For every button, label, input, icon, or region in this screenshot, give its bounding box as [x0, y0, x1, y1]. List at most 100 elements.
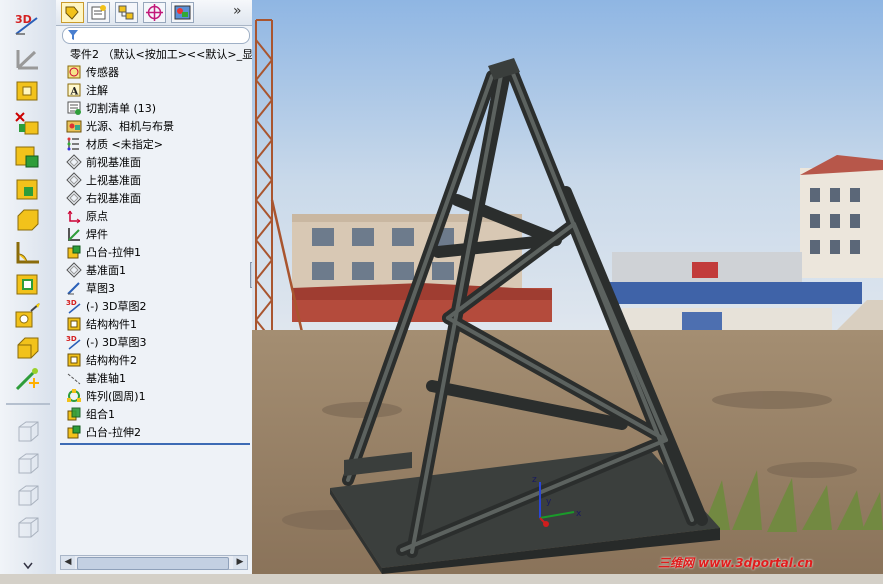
reference-geometry-button[interactable] — [13, 365, 43, 393]
tree-item-label: 基准面1 — [86, 264, 126, 277]
tree-item[interactable]: 上视基准面 — [60, 171, 252, 189]
tree-item[interactable]: 传感器 — [60, 63, 252, 81]
graphics-viewport[interactable]: z x y — [252, 0, 883, 574]
view-cube-right-button[interactable] — [13, 482, 43, 510]
tree-item[interactable]: 焊件 — [60, 225, 252, 243]
3d-sketch-button[interactable]: 3D — [13, 10, 43, 38]
tab-feature-manager[interactable] — [61, 2, 84, 23]
tree-item[interactable]: 草图3 — [60, 279, 252, 297]
view-cube-front-button[interactable] — [13, 418, 43, 446]
tree-item[interactable]: 材质 <未指定> — [60, 135, 252, 153]
circular-pattern-icon — [66, 388, 82, 404]
tree-root-part[interactable]: 零件2 （默认<按加工><<默认>_显 — [60, 45, 253, 63]
more-tabs-chevron[interactable]: » — [233, 3, 242, 19]
tab-dim-xpert-manager[interactable] — [143, 2, 166, 23]
sensor-icon — [66, 64, 82, 80]
tab-configuration-manager[interactable] — [115, 2, 138, 23]
toolbar-more-chevron[interactable] — [13, 552, 43, 570]
tree-item-label: 原点 — [86, 210, 108, 223]
cube-icon — [18, 485, 39, 506]
svg-text:3D: 3D — [66, 299, 77, 307]
scroll-right-arrow[interactable]: ▶ — [233, 556, 247, 569]
tree-item[interactable]: 3D (-) 3D草图3 — [60, 333, 252, 351]
feature-tree-icon — [65, 6, 79, 20]
tree-item-label: 组合1 — [86, 408, 115, 421]
weld-icon — [16, 81, 38, 101]
3d-sketch-icon: 3D — [66, 298, 82, 314]
watermark-text: 三维网 www.3dportal.cn — [658, 556, 814, 570]
chamfer-button[interactable] — [13, 334, 43, 362]
crosshair-icon — [146, 4, 163, 21]
feature-manager-panel: » 零件2 （默认<按加工><<默认>_显 传感器 A 注解切割清单 (13) 光源、… — [56, 0, 253, 574]
scroll-left-arrow[interactable]: ◀ — [61, 556, 75, 569]
weld-bead-button[interactable] — [13, 76, 43, 104]
trim-extend-icon — [15, 112, 39, 135]
tree-item[interactable]: 凸台-拉伸2 — [60, 423, 252, 441]
feature-tree: 零件2 （默认<按加工><<默认>_显 传感器 A 注解切割清单 (13) 光源、相机… — [60, 45, 253, 445]
tree-item-label: 凸台-拉伸1 — [86, 246, 141, 259]
combine-icon — [66, 406, 82, 422]
cube-icon — [18, 453, 39, 474]
origin-icon — [66, 208, 82, 224]
gusset-button[interactable] — [13, 175, 43, 203]
tree-item-label: 焊件 — [86, 228, 108, 241]
tree-item[interactable]: 光源、相机与布景 — [60, 117, 252, 135]
tree-item[interactable]: 组合1 — [60, 405, 252, 423]
tree-item-label: 结构构件1 — [86, 318, 137, 331]
tree-item[interactable]: 阵列(圆周)1 — [60, 387, 252, 405]
display-manager-icon — [174, 5, 191, 20]
tree-item[interactable]: 基准轴1 — [60, 369, 252, 387]
tree-item-label: 传感器 — [86, 66, 119, 79]
end-cap-button[interactable] — [13, 143, 43, 171]
tab-display-manager[interactable] — [171, 2, 194, 23]
structural-member-button[interactable] — [13, 44, 43, 72]
triad-z-label: z — [532, 475, 537, 485]
tree-item[interactable]: 结构构件1 — [60, 315, 252, 333]
chamfer-icon — [17, 337, 39, 359]
reference-geometry-icon — [15, 368, 39, 391]
structural-member-icon — [66, 316, 82, 332]
extruded-cut-button[interactable] — [13, 270, 43, 298]
tree-item[interactable]: 原点 — [60, 207, 252, 225]
annotation-icon: A — [66, 82, 82, 98]
extruded-boss-button[interactable] — [13, 206, 43, 234]
tree-item[interactable]: 基准面1 — [60, 261, 252, 279]
plane-icon — [66, 154, 82, 170]
tree-item-label: 切割清单 (13) — [86, 102, 157, 115]
tree-item-label: 光源、相机与布景 — [86, 120, 174, 133]
3d-sketch-icon: 3D — [15, 13, 38, 35]
triad-y-label: y — [546, 497, 552, 507]
tree-item[interactable]: A 注解 — [60, 81, 252, 99]
tree-item-label: (-) 3D草图3 — [86, 336, 147, 349]
tree-item[interactable]: 前视基准面 — [60, 153, 252, 171]
feature-manager-tabs: » — [56, 0, 252, 26]
scroll-thumb[interactable] — [77, 557, 229, 570]
feature-filter-input[interactable] — [62, 27, 250, 44]
tree-item[interactable]: 凸台-拉伸1 — [60, 243, 252, 261]
rollback-bar[interactable] — [60, 443, 250, 445]
trim-extend-button[interactable] — [13, 110, 43, 138]
fillet-bead-button[interactable] — [13, 238, 43, 266]
view-cube-iso-button[interactable] — [13, 514, 43, 542]
plane-icon — [66, 262, 82, 278]
tree-item-label: (-) 3D草图2 — [86, 300, 147, 313]
triad-x-label: x — [576, 509, 582, 519]
cut-list-icon — [66, 100, 82, 116]
tree-item[interactable]: 切割清单 (13) — [60, 99, 252, 117]
tab-property-manager[interactable] — [87, 2, 110, 23]
tree-item[interactable]: 右视基准面 — [60, 189, 252, 207]
extrude-icon — [17, 209, 39, 231]
hole-wizard-button[interactable] — [13, 302, 43, 330]
tree-item-label: 凸台-拉伸2 — [86, 426, 141, 439]
cube-icon — [18, 421, 39, 442]
tree-item-label: 草图3 — [86, 282, 115, 295]
horizontal-scrollbar[interactable]: ◀ ▶ — [60, 555, 248, 570]
coordinate-triad: z x y — [532, 475, 582, 527]
tree-item[interactable]: 结构构件2 — [60, 351, 252, 369]
sketch-icon — [66, 280, 82, 296]
chevron-down-icon — [23, 562, 33, 570]
view-cube-top-button[interactable] — [13, 450, 43, 478]
svg-text:3D: 3D — [66, 335, 77, 343]
tree-item[interactable]: 3D (-) 3D草图2 — [60, 297, 252, 315]
fillet-bead-icon — [16, 242, 39, 264]
